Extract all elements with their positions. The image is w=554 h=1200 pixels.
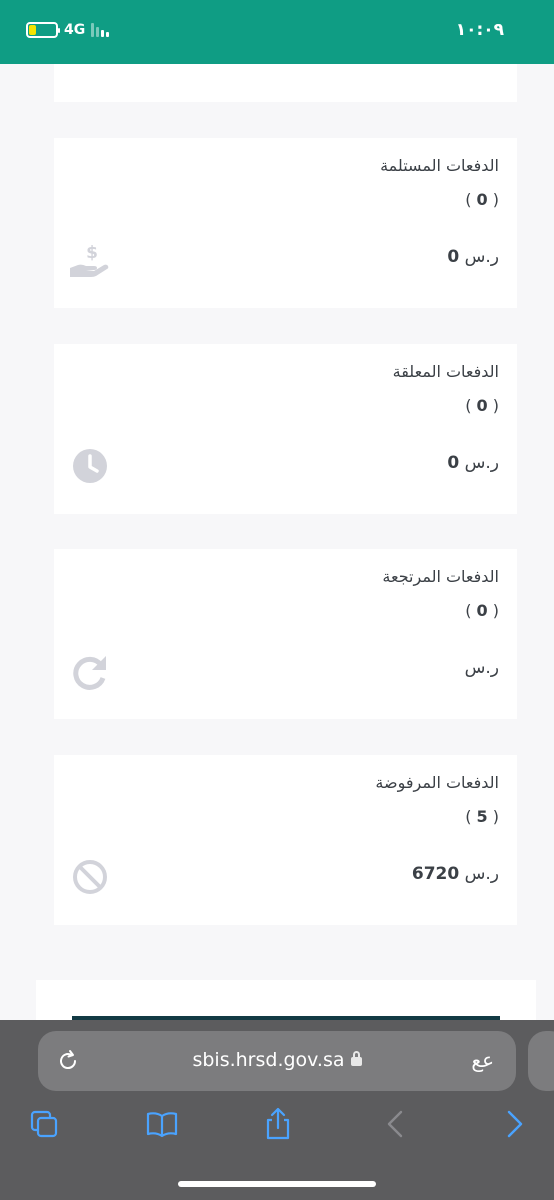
browser-chrome: sbis.hrsd.gov.sa عع xyxy=(0,1020,554,1200)
payments-rejected-card[interactable]: الدفعات المرفوضة ( 5 ) 6720 ر.س xyxy=(54,755,517,925)
card-count: ( 0 ) xyxy=(465,396,499,415)
next-tab-pill[interactable] xyxy=(528,1031,554,1091)
home-indicator xyxy=(178,1181,376,1187)
payments-received-card[interactable]: الدفعات المستلمة ( 0 ) 0 ر.س $ xyxy=(54,138,517,308)
lock-icon xyxy=(350,1051,362,1066)
clock-icon xyxy=(73,449,107,483)
hand-dollar-icon: $ xyxy=(70,243,109,277)
card-amount: 6720 ر.س xyxy=(411,864,499,884)
card-title: الدفعات المرفوضة xyxy=(375,773,499,792)
tabs-icon[interactable] xyxy=(26,1106,62,1142)
card-amount: ر.س xyxy=(464,658,499,678)
card-amount: 0 ر.س xyxy=(447,453,499,473)
svg-text:$: $ xyxy=(86,243,98,263)
card-count: ( 0 ) xyxy=(465,190,499,209)
signal-icon xyxy=(91,23,110,37)
payments-returned-card[interactable]: الدفعات المرتجعة ( 0 ) ر.س xyxy=(54,549,517,719)
status-bar: 4G ١٠:٠٩ xyxy=(0,0,554,64)
card-title: الدفعات المستلمة xyxy=(380,156,499,175)
forward-icon[interactable] xyxy=(496,1106,532,1142)
payments-pending-card[interactable]: الدفعات المعلقة ( 0 ) 0 ر.س xyxy=(54,344,517,514)
share-icon[interactable] xyxy=(260,1106,296,1142)
ban-icon xyxy=(73,860,107,894)
card-amount: 0 ر.س xyxy=(447,247,499,267)
back-icon[interactable] xyxy=(378,1106,414,1142)
bookmarks-icon[interactable] xyxy=(144,1106,180,1142)
address-bar[interactable]: sbis.hrsd.gov.sa عع xyxy=(38,1031,516,1091)
card-partial-top xyxy=(54,64,517,102)
card-count: ( 5 ) xyxy=(465,807,499,826)
reader-aa-button[interactable]: عع xyxy=(471,1048,494,1072)
battery-icon xyxy=(26,22,60,38)
status-time: ١٠:٠٩ xyxy=(455,20,504,40)
card-title: الدفعات المعلقة xyxy=(392,362,499,381)
network-type: 4G xyxy=(64,22,86,38)
card-title: الدفعات المرتجعة xyxy=(382,567,499,586)
redo-icon xyxy=(73,656,106,690)
status-left: 4G xyxy=(26,22,110,38)
card-count: ( 0 ) xyxy=(465,601,499,620)
url-text: sbis.hrsd.gov.sa xyxy=(38,1049,516,1071)
